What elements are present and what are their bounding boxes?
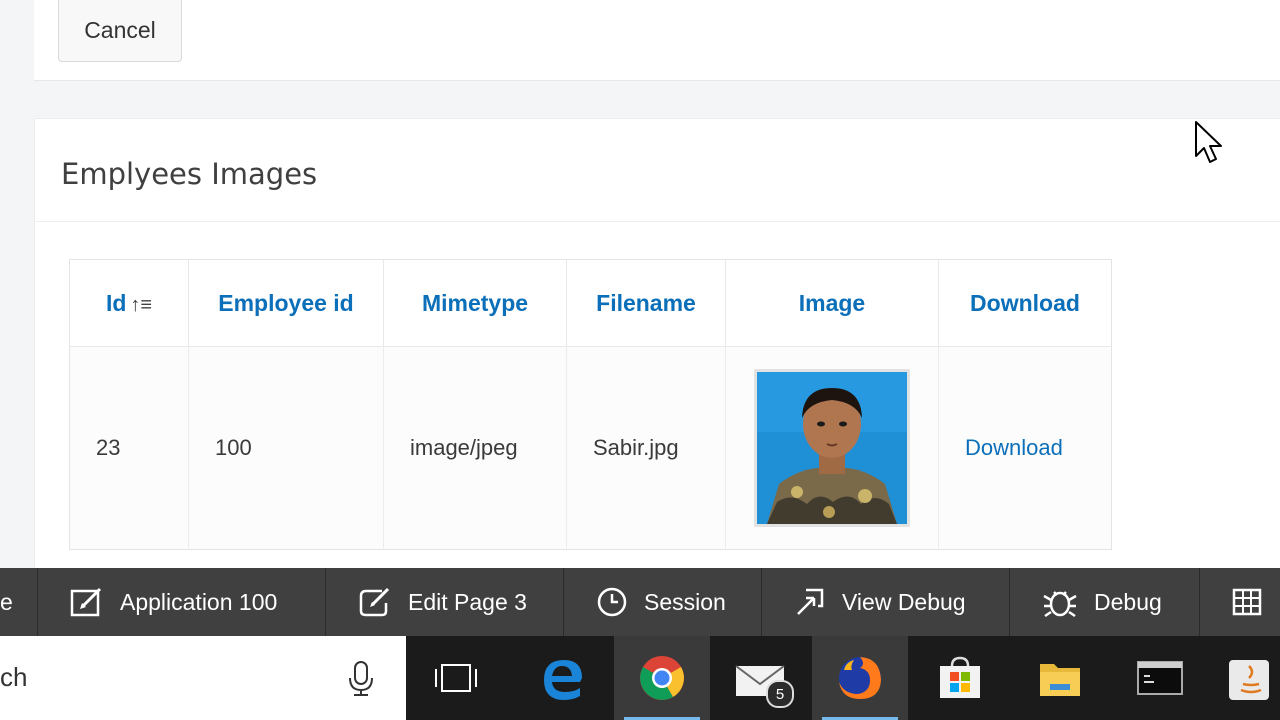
mouse-cursor-icon [1195, 121, 1222, 163]
microphone-icon[interactable] [346, 660, 376, 696]
taskbar-search-text: ch [0, 662, 28, 692]
cell-employee-id: 100 [188, 346, 384, 550]
column-header-employee-id[interactable]: Employee id [188, 259, 384, 347]
java-app-icon[interactable] [1212, 636, 1280, 720]
store-icon[interactable] [912, 636, 1008, 720]
edit-application-icon [70, 587, 102, 617]
devbar-item-session[interactable]: Session [564, 568, 762, 636]
column-header-filename[interactable]: Filename [566, 259, 726, 347]
devbar-item-view-debug-label: View Debug [842, 588, 966, 615]
column-header-image[interactable]: Image [725, 259, 939, 347]
cell-mimetype: image/jpeg [383, 346, 567, 550]
cell-id: 23 [69, 346, 189, 550]
devbar-item-view-debug[interactable]: View Debug [762, 568, 1010, 636]
command-prompt-icon[interactable] [1112, 636, 1208, 720]
cell-filename: Sabir.jpg [566, 346, 726, 550]
mail-badge: 5 [766, 680, 794, 708]
table-header-row: Id ↑≡ Employee id Mimetype Filename Image… [69, 259, 1112, 347]
edit-page-icon [359, 587, 390, 617]
devbar-item-edit-page[interactable]: Edit Page 3 [326, 568, 564, 636]
devbar-item-session-label: Session [644, 588, 726, 615]
download-link[interactable]: Download [965, 435, 1063, 460]
devbar-item-application-label: Application 100 [120, 588, 278, 615]
bug-icon [1043, 591, 1077, 618]
cancel-button[interactable]: Cancel [58, 0, 182, 62]
region-header: Emplyees Images [35, 119, 1280, 222]
cell-image [725, 346, 939, 550]
task-view-icon[interactable] [408, 636, 504, 720]
developer-toolbar: e Application 100 Edit Page 3 Session Vi… [0, 568, 1280, 636]
devbar-item-application[interactable]: Application 100 [38, 568, 326, 636]
region-title: Emplyees Images [61, 157, 318, 191]
images-report-table: Id ↑≡ Employee id Mimetype Filename Image… [69, 259, 1112, 550]
employee-photo [754, 369, 910, 527]
windows-taskbar: ch 5 [0, 636, 1280, 720]
sort-ascending-icon: ↑≡ [130, 293, 153, 316]
clock-icon [597, 587, 627, 617]
devbar-item-grid[interactable] [1200, 568, 1280, 636]
devbar-item-home-label: e [0, 588, 13, 615]
top-region: Cancel [34, 0, 1280, 81]
mail-app-icon[interactable]: 5 [712, 636, 808, 720]
devbar-item-home[interactable]: e [0, 568, 38, 636]
employees-images-region: Emplyees Images Id ↑≡ Employee id Mimetyp… [34, 118, 1280, 580]
view-debug-icon [797, 588, 824, 615]
chrome-browser-icon[interactable] [614, 636, 710, 720]
devbar-item-debug-label: Debug [1094, 588, 1162, 615]
taskbar-search-box[interactable]: ch [0, 636, 406, 720]
file-explorer-icon[interactable] [1012, 636, 1108, 720]
grid-icon [1232, 588, 1262, 616]
column-header-id[interactable]: Id ↑≡ [69, 259, 189, 347]
cell-download: Download [938, 346, 1112, 550]
firefox-browser-icon[interactable] [812, 636, 908, 720]
edge-browser-icon[interactable] [514, 636, 610, 720]
column-header-mimetype[interactable]: Mimetype [383, 259, 567, 347]
column-header-id-label: Id [105, 289, 127, 316]
devbar-item-edit-page-label: Edit Page 3 [408, 588, 527, 615]
devbar-item-debug[interactable]: Debug [1010, 568, 1200, 636]
column-header-download[interactable]: Download [938, 259, 1112, 347]
table-row: 23 100 image/jpeg Sabir.jpg Download [69, 346, 1112, 550]
